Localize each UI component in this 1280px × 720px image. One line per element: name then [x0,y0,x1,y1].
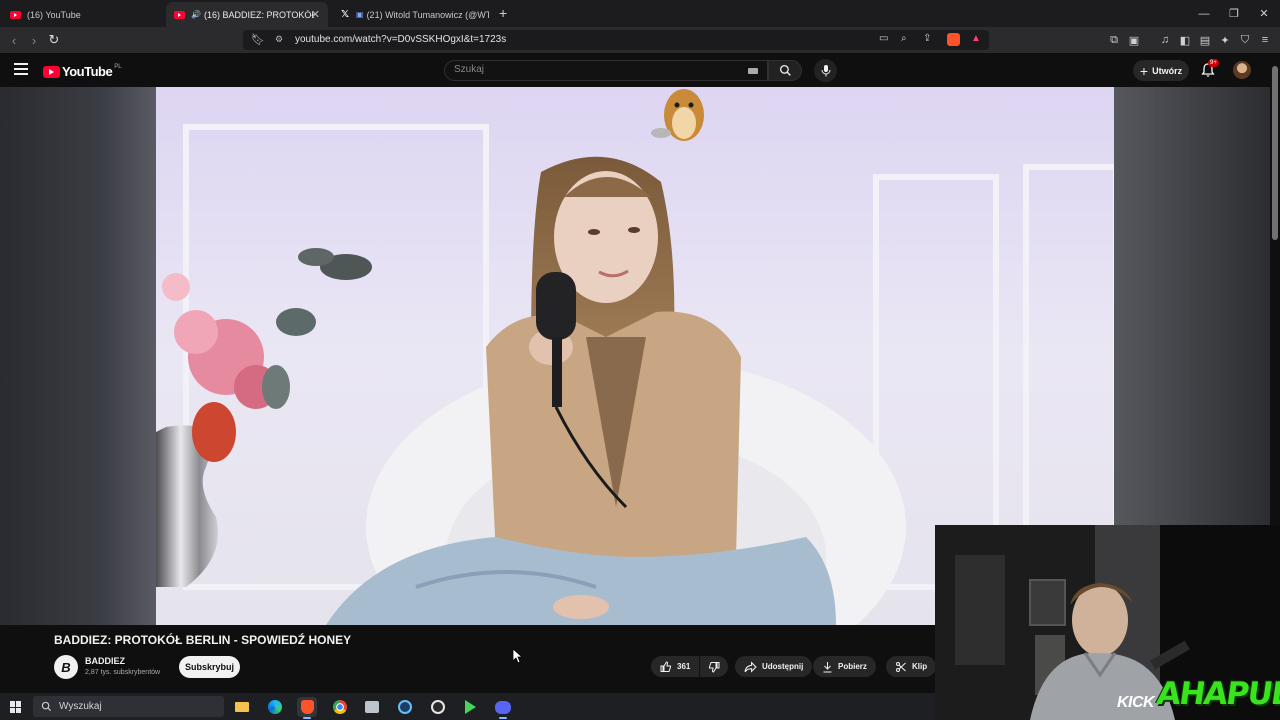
browser-tab-strip: (16) YouTube 🔊 (16) BADDIEZ: PROTOKÓŁ BE… [0,0,1280,27]
channel-name[interactable]: BADDIEZ [85,656,125,666]
channel-avatar[interactable] [54,655,78,679]
clip-button[interactable]: Klip [886,656,937,677]
mouse-cursor-icon [513,649,522,663]
keyboard-icon[interactable] [748,68,758,74]
tab-youtube-home[interactable]: (16) YouTube [2,2,164,27]
like-count: 361 [677,662,691,671]
steam-icon[interactable] [395,697,415,717]
tab-title: (16) BADDIEZ: PROTOKÓŁ BERLIN [203,9,314,20]
microphone-icon [821,65,830,77]
back-icon[interactable]: ‹ [5,31,23,49]
menu-icon[interactable]: ≡ [1257,32,1273,48]
obs-studio-icon[interactable] [428,697,448,717]
chrome-browser-icon[interactable] [330,697,350,717]
running-app-indicator [499,717,507,719]
zoom-icon[interactable]: ⌕ [901,33,907,44]
download-icon [823,661,832,672]
share-label: Udostępnij [762,662,804,671]
search-button[interactable] [768,60,802,81]
taskbar-search-label: Wyszukaj [59,701,102,712]
browser-toolbar: ‹ › ↻ 🔖︎ ⚙ youtube.com/watch?v=D0vSSKHOg… [0,27,1280,53]
notification-badge: 9+ [1208,59,1219,67]
share-page-icon[interactable]: ⇪ [923,33,931,44]
media-player-icon[interactable] [460,697,480,717]
youtube-play-icon [43,65,60,78]
like-button[interactable]: 361 [651,656,699,677]
download-button[interactable]: Pobierz [813,656,876,677]
youtube-wordmark: YouTube [62,64,113,79]
thumbs-up-icon [660,660,671,672]
share-button[interactable]: Udostępnij [735,656,813,677]
file-explorer-icon[interactable] [232,697,252,717]
search-box[interactable] [444,60,768,81]
scissors-icon [896,661,906,672]
tab-title: (21) Witold Tumanowicz (@WTum [366,9,489,20]
streamer-logo: AHAPULCO [1154,676,1280,712]
windows-start-icon[interactable] [10,701,22,713]
speaker-icon: 🔊 [191,10,201,19]
vpn-shield-icon[interactable]: ⛉ [1237,32,1253,48]
subscribe-button[interactable]: Subskrybuj [179,656,240,678]
clip-label: Klip [912,662,928,671]
tab-twitter-profile[interactable]: 𝕏 ▣ (21) Witold Tumanowicz (@WTum [332,2,494,27]
brave-rewards-icon[interactable]: ▲ [971,33,981,44]
close-window-icon[interactable]: ✕ [1248,0,1280,27]
youtube-favicon-icon [174,10,185,19]
region-code: PL [114,63,122,70]
tab-group-icon: ▣ [356,10,364,19]
create-button[interactable]: + Utwórz [1133,60,1189,81]
leo-ai-icon[interactable]: ✦ [1217,32,1233,48]
active-app-indicator [303,717,311,719]
wallet-icon[interactable]: ▤ [1197,32,1213,48]
close-tab-icon[interactable]: ✕ [311,8,320,21]
discord-icon[interactable] [493,697,513,717]
plus-icon: + [1139,62,1149,79]
search-icon [779,64,791,76]
reload-icon[interactable]: ↻ [45,31,63,49]
bookmark-icon[interactable]: 🔖︎ [251,33,265,46]
file-manager-icon[interactable] [362,697,382,717]
brave-browser-icon[interactable] [297,697,317,717]
hamburger-menu-icon[interactable] [14,63,28,75]
forward-icon[interactable]: › [25,31,43,49]
voice-search-button[interactable] [814,59,837,82]
sidebar-toggle-icon[interactable]: ◧ [1177,32,1193,48]
tab-title: (16) YouTube [27,9,81,20]
new-tab-button[interactable]: + [499,5,507,21]
media-controls-icon[interactable]: ♫ [1157,32,1173,48]
thumbs-down-icon [709,661,720,673]
youtube-header: YouTube PL + Utwórz 9+ [0,53,1280,87]
windows-taskbar: Wyszukaj [0,693,935,720]
minimize-window-icon[interactable]: — [1188,0,1220,27]
address-bar[interactable]: 🔖︎ ⚙ youtube.com/watch?v=D0vSSKHOgxI&t=1… [243,30,989,50]
subscriber-count: 2,87 tys. subskrybentów [85,669,161,676]
tab-current-video[interactable]: 🔊 (16) BADDIEZ: PROTOKÓŁ BERLIN ✕ [166,2,328,27]
brave-shields-icon[interactable] [947,33,960,46]
search-icon [41,701,52,712]
edge-browser-icon[interactable] [265,697,285,717]
tab-capture-icon[interactable]: ▣ [1126,32,1142,48]
create-label: Utwórz [1152,65,1183,76]
site-info-icon[interactable]: ⚙ [275,34,283,45]
search-input[interactable] [454,64,724,75]
url-text[interactable]: youtube.com/watch?v=D0vSSKHOgxI&t=1723s [295,34,506,45]
cast-icon[interactable]: ▭ [879,33,888,44]
share-arrow-icon [744,660,757,673]
page-scrollbar-thumb[interactable] [1272,66,1278,240]
youtube-logo[interactable]: YouTube PL [43,64,122,79]
video-title: BADDIEZ: PROTOKÓŁ BERLIN - SPOWIEDŹ HONE… [54,633,352,647]
taskbar-search[interactable]: Wyszukaj [33,696,224,717]
dislike-button[interactable] [700,656,728,677]
x-favicon-icon: 𝕏 [340,9,350,20]
extensions-icon[interactable]: ⧉ [1106,32,1122,48]
download-label: Pobierz [838,662,867,671]
restore-window-icon[interactable]: ❐ [1218,0,1250,27]
account-avatar[interactable] [1233,61,1251,79]
youtube-favicon-icon [10,10,21,19]
kick-watermark: KICK [1117,694,1155,711]
